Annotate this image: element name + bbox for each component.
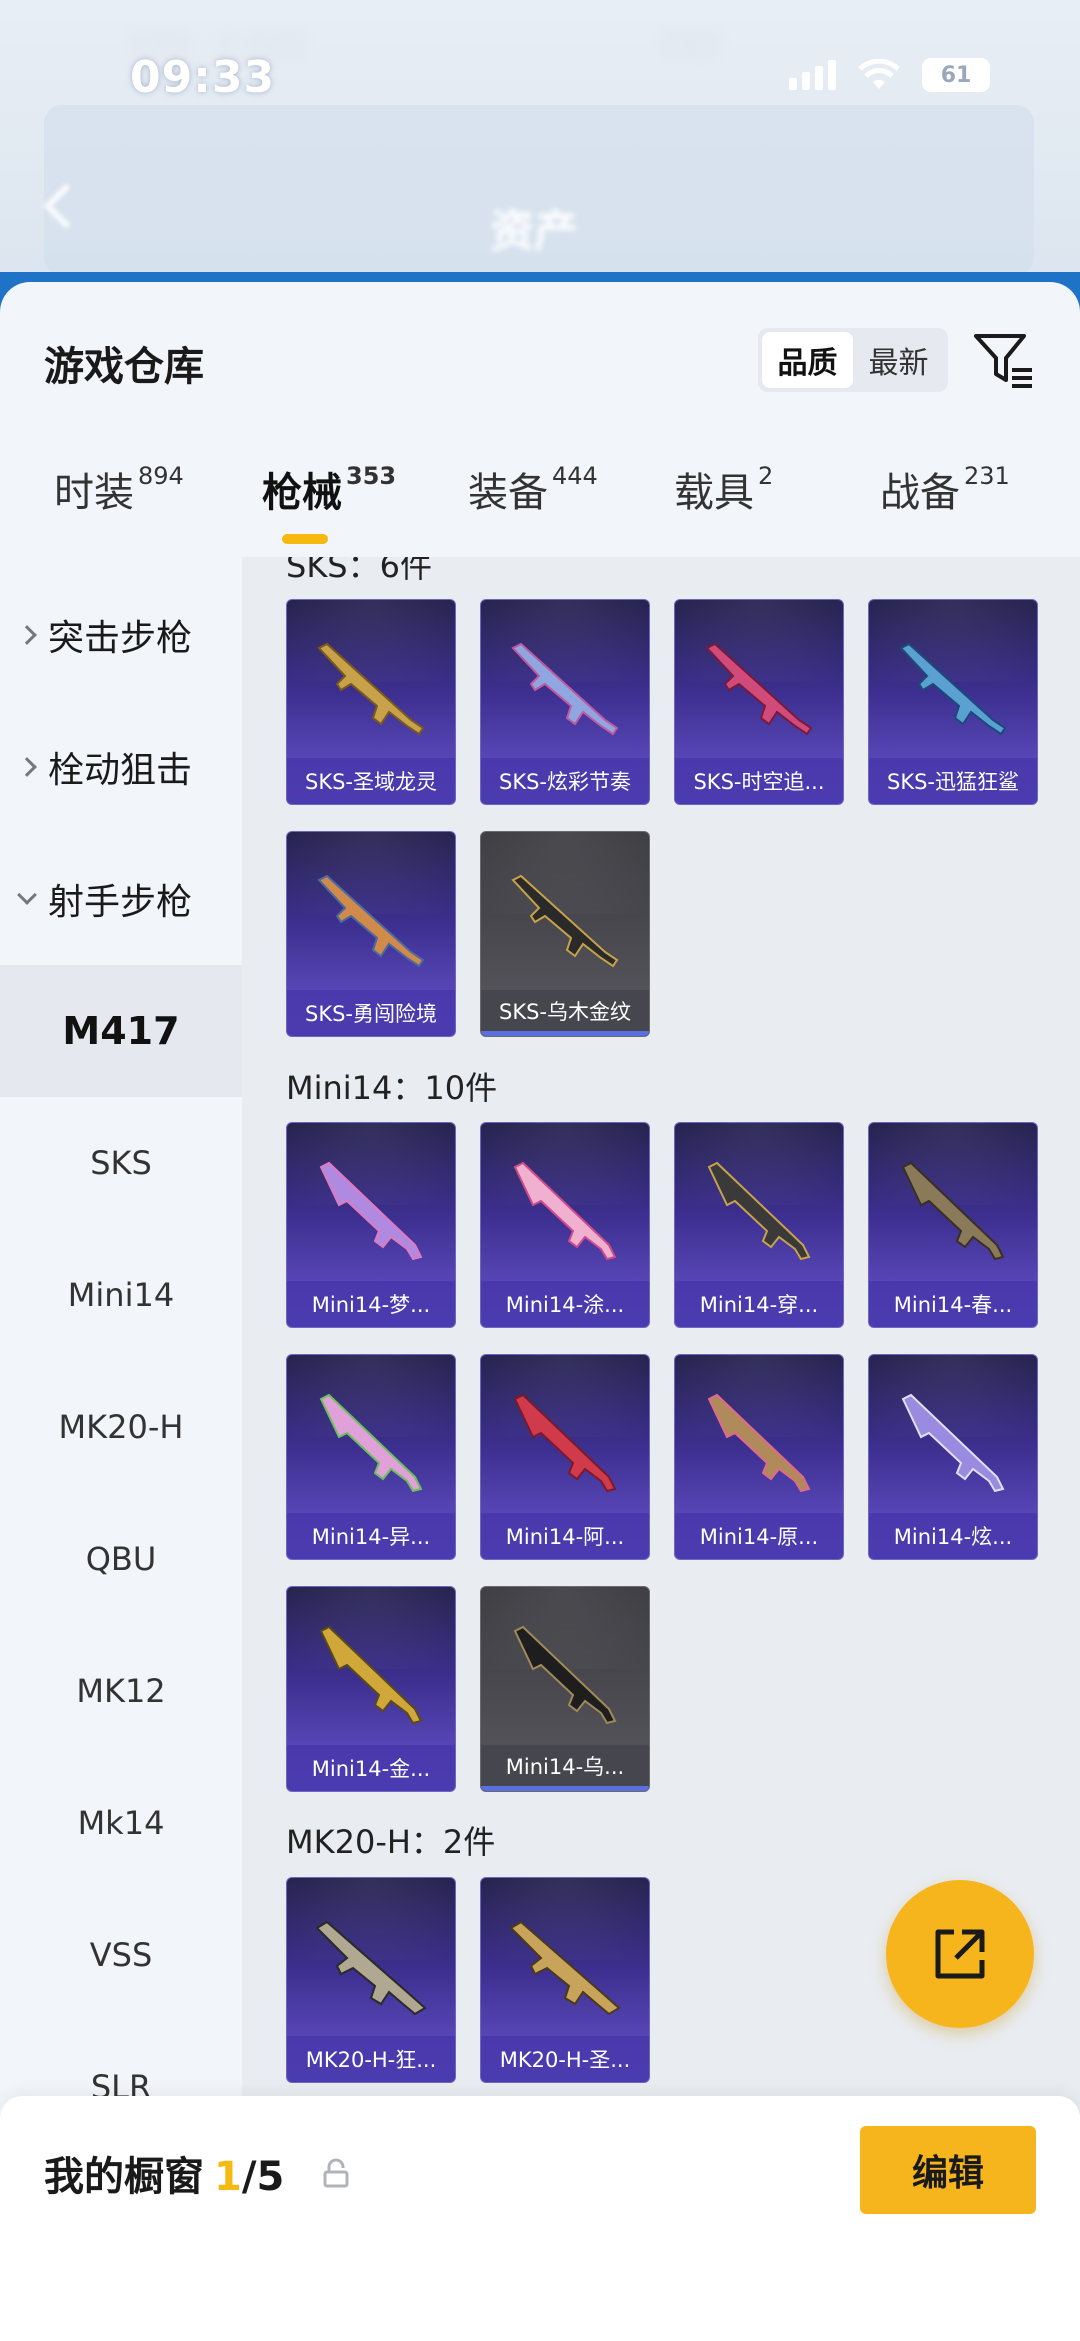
rifle-icon	[317, 874, 425, 968]
sheet-title: 游戏仓库	[44, 344, 204, 390]
showcase-bar: 我的橱窗 1 /5 编辑	[0, 2096, 1080, 2341]
weapon-card[interactable]: SKS-炫彩节奏	[480, 599, 650, 805]
rifle-icon	[707, 1393, 811, 1493]
weapon-card[interactable]: Mini14-原...	[674, 1354, 844, 1560]
sort-by-newest[interactable]: 最新	[853, 332, 944, 388]
chevron-right-icon	[17, 757, 37, 777]
showcase-total: /5	[241, 2154, 285, 2200]
section-label-mk20h: MK20-H：2件	[286, 1823, 496, 1861]
chevron-right-icon	[17, 625, 37, 645]
rifle-icon	[513, 1393, 617, 1493]
chevron-down-icon	[17, 885, 37, 905]
weapon-card[interactable]: MK20-H-圣...	[480, 1877, 650, 2083]
weapon-card[interactable]: SKS-迅猛狂鲨	[868, 599, 1038, 805]
share-button[interactable]	[886, 1880, 1034, 2028]
rifle-icon	[317, 642, 425, 736]
rifle-icon	[319, 1393, 423, 1493]
weapon-grid: SKS：6件 SKS-圣域龙灵 SKS-炫彩节奏 SKS-时空追... SKS-…	[242, 557, 1080, 2341]
tab-firearms[interactable]: 枪械 353	[262, 460, 396, 518]
rifle-icon	[707, 1161, 811, 1261]
weapon-card[interactable]: SKS-乌木金纹	[480, 831, 650, 1037]
status-time: 09:33	[130, 52, 276, 103]
sidebar-category-marksman-rifle[interactable]: 射手步枪	[0, 833, 242, 965]
rifle-icon	[319, 1625, 423, 1725]
tab-vehicles[interactable]: 载具 2	[674, 460, 773, 518]
section-label-sks: SKS：6件	[286, 557, 432, 585]
rifle-icon	[901, 1161, 1005, 1261]
rifle-icon	[319, 1161, 423, 1261]
share-icon	[935, 1929, 985, 1979]
sort-by-quality[interactable]: 品质	[762, 332, 853, 388]
rifle-icon	[513, 1625, 617, 1725]
weapon-sidebar: 突击步枪 栓动狙击 射手步枪 M417 SKS Mini14 MK20-H QB…	[0, 557, 242, 2341]
weapon-card[interactable]: SKS-圣域龙灵	[286, 599, 456, 805]
sidebar-item-sks[interactable]: SKS	[0, 1097, 242, 1229]
signal-icon	[789, 60, 836, 90]
status-icons: 61	[789, 58, 990, 92]
tab-fashion[interactable]: 时装 894	[54, 460, 184, 518]
sidebar-item-vss[interactable]: VSS	[0, 1889, 242, 2021]
warehouse-sheet: 游戏仓库 品质 最新 时装 894 枪械 353 装备 444 载具 2 战备 231 突	[0, 282, 1080, 2341]
weapon-card[interactable]: SKS-时空追...	[674, 599, 844, 805]
rifle-icon	[513, 1161, 617, 1261]
weapon-card[interactable]: Mini14-阿...	[480, 1354, 650, 1560]
rifle-icon	[705, 642, 813, 736]
sidebar-item-qbu[interactable]: QBU	[0, 1493, 242, 1625]
edit-button[interactable]: 编辑	[860, 2126, 1036, 2214]
section-label-mini14: Mini14：10件	[286, 1069, 498, 1107]
tab-supplies[interactable]: 战备 231	[880, 460, 1010, 518]
tab-equipment[interactable]: 装备 444	[468, 460, 598, 518]
sidebar-category-assault-rifle[interactable]: 突击步枪	[0, 569, 242, 701]
rifle-icon	[901, 1393, 1005, 1493]
weapon-card[interactable]: Mini14-梦...	[286, 1122, 456, 1328]
active-tab-indicator	[282, 534, 328, 544]
category-tabs: 时装 894 枪械 353 装备 444 载具 2 战备 231	[0, 460, 1080, 560]
sidebar-item-mk12[interactable]: MK12	[0, 1625, 242, 1757]
rifle-icon	[315, 1920, 427, 2016]
rifle-icon	[511, 642, 619, 736]
rifle-icon	[899, 642, 1007, 736]
weapon-card[interactable]: Mini14-穿...	[674, 1122, 844, 1328]
weapon-card[interactable]: Mini14-春...	[868, 1122, 1038, 1328]
sidebar-item-mk14[interactable]: Mk14	[0, 1757, 242, 1889]
showcase-label: 我的橱窗 1 /5	[44, 2154, 285, 2200]
weapon-card[interactable]: Mini14-异...	[286, 1354, 456, 1560]
weapon-card[interactable]: Mini14-涂...	[480, 1122, 650, 1328]
nav-title: 资产	[490, 206, 578, 257]
background-header: 游戏 · 9 助用 顺顺 09:33 61 资产	[0, 0, 1080, 312]
sidebar-item-mk20h[interactable]: MK20-H	[0, 1361, 242, 1493]
lock-icon	[323, 2158, 349, 2188]
wifi-icon	[858, 59, 900, 89]
rifle-icon	[511, 874, 619, 968]
weapon-card[interactable]: Mini14-乌...	[480, 1586, 650, 1792]
sidebar-item-mini14[interactable]: Mini14	[0, 1229, 242, 1361]
weapon-card[interactable]: SKS-勇闯险境	[286, 831, 456, 1037]
weapon-card[interactable]: MK20-H-狂...	[286, 1877, 456, 2083]
showcase-current: 1	[214, 2154, 242, 2200]
filter-icon[interactable]	[972, 328, 1036, 392]
battery-icon: 61	[922, 58, 990, 92]
sort-toggle: 品质 最新	[758, 328, 948, 392]
rifle-icon	[509, 1920, 621, 2016]
weapon-card[interactable]: Mini14-金...	[286, 1586, 456, 1792]
sidebar-category-bolt-sniper[interactable]: 栓动狙击	[0, 701, 242, 833]
status-top-right-text: 顺顺	[660, 28, 720, 63]
sidebar-item-m417[interactable]: M417	[0, 965, 242, 1097]
weapon-card[interactable]: Mini14-炫...	[868, 1354, 1038, 1560]
